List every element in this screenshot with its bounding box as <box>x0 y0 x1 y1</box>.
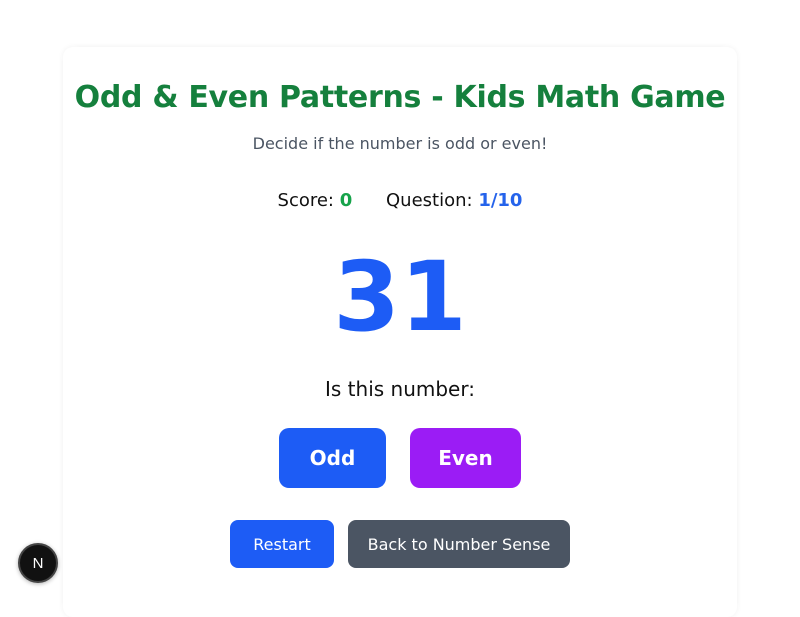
question-label: Question: <box>386 190 473 211</box>
restart-button[interactable]: Restart <box>230 520 334 568</box>
odd-button[interactable]: Odd <box>279 428 386 488</box>
score-label: Score: <box>277 190 334 211</box>
question-value: 1/10 <box>478 190 523 211</box>
page-title: Odd & Even Patterns - Kids Math Game <box>74 80 726 115</box>
question-prompt: Is this number: <box>325 377 475 401</box>
even-button[interactable]: Even <box>410 428 521 488</box>
back-to-number-sense-button[interactable]: Back to Number Sense <box>348 520 570 568</box>
stats-bar: Score: 0 Question: 1/10 <box>63 190 737 211</box>
nextjs-icon: N <box>32 554 44 572</box>
game-card: Odd & Even Patterns - Kids Math Game Dec… <box>63 47 737 617</box>
current-number: 31 <box>333 241 467 353</box>
score-stat: Score: 0 <box>278 190 353 211</box>
question-stat: Question: 1/10 <box>386 190 522 211</box>
score-value: 0 <box>339 190 353 211</box>
page-subtitle: Decide if the number is odd or even! <box>252 134 548 153</box>
nextjs-dev-badge[interactable]: N <box>18 543 58 583</box>
